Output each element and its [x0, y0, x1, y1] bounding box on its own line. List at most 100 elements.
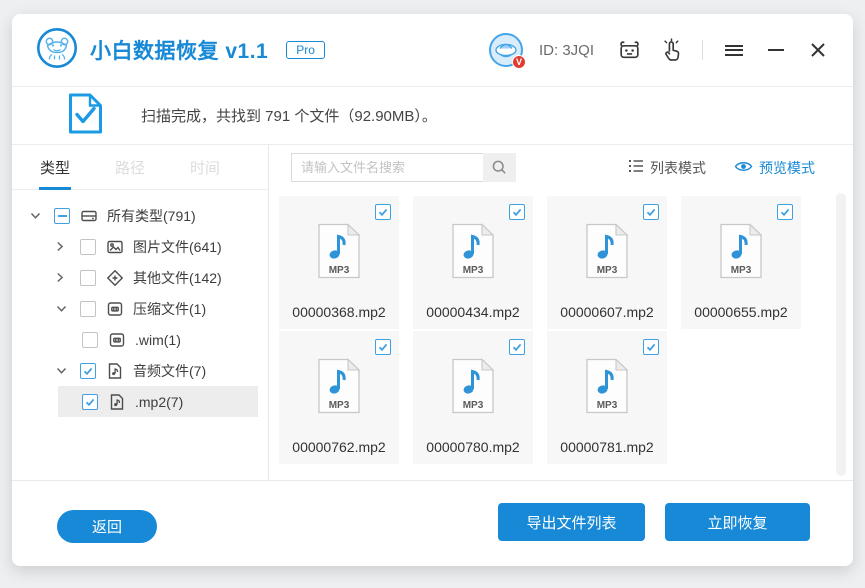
statusbar: 扫描完成，共找到 791 个文件（92.90MB）。	[12, 86, 853, 145]
tree-item[interactable]: .wim(1)	[58, 324, 258, 355]
svg-text:MP3: MP3	[329, 265, 350, 276]
checkbox-icon[interactable]	[82, 394, 98, 410]
chevron-down-icon[interactable]	[56, 367, 80, 375]
chevron-down-icon[interactable]	[30, 212, 54, 220]
zip-icon	[106, 300, 124, 318]
misc-icon	[106, 269, 124, 287]
scan-complete-doc-icon	[68, 93, 103, 139]
app-window: 小白数据恢复 v1.1 Pro V ID: 3JQI	[12, 14, 853, 566]
file-name: 00000781.mp2	[547, 439, 667, 455]
tree-item-label: .mp2(7)	[135, 394, 183, 410]
checkbox-icon[interactable]	[375, 204, 391, 220]
file-tile[interactable]: MP3 00000368.mp2	[279, 196, 399, 329]
tree-item[interactable]: .mp2(7)	[58, 386, 258, 417]
checkbox-icon[interactable]	[80, 239, 96, 255]
tree-item-label: 音频文件(7)	[133, 361, 206, 381]
file-tile[interactable]: MP300000762.mp2	[279, 331, 399, 464]
checkbox-icon[interactable]	[82, 332, 98, 348]
pro-badge: Pro	[286, 41, 325, 59]
app-title: 小白数据恢复 v1.1	[90, 35, 268, 65]
file-tile[interactable]: MP3 00000434.mp2	[413, 196, 533, 329]
tab-time[interactable]: 时间	[190, 145, 220, 189]
recover-now-button[interactable]: 立即恢复	[665, 503, 810, 541]
svg-text:MP3: MP3	[463, 265, 484, 276]
image-icon	[106, 238, 124, 256]
user-id: ID: 3JQI	[539, 42, 594, 59]
list-mode-label: 列表模式	[650, 158, 706, 178]
brand: 小白数据恢复 v1.1 Pro	[36, 27, 325, 74]
back-button[interactable]: 返回	[57, 510, 157, 543]
menu-icon[interactable]	[721, 37, 747, 63]
file-tile[interactable]: MP3 00000781.mp2	[547, 331, 667, 464]
preview-mode-toggle[interactable]: 预览模式	[734, 158, 815, 178]
file-grid: MP3 00000368.mp2 MP3 00000434.mp2 MP3 0000060…	[279, 196, 819, 464]
tree-item[interactable]: 音频文件(7)	[12, 355, 258, 386]
drive-icon	[80, 207, 98, 225]
tree-item[interactable]: 图片文件(641)	[12, 231, 258, 262]
tree-item[interactable]: 压缩文件(1)	[12, 293, 258, 324]
robot-icon[interactable]	[616, 37, 642, 63]
titlebar: 小白数据恢复 v1.1 Pro V ID: 3JQI	[12, 14, 853, 86]
svg-text:MP3: MP3	[731, 265, 752, 276]
checkbox-icon[interactable]	[80, 301, 96, 317]
svg-text:MP3: MP3	[597, 265, 618, 276]
checkbox-icon[interactable]	[80, 363, 96, 379]
file-tile[interactable]: MP3 00000607.mp2	[547, 196, 667, 329]
file-name: 00000607.mp2	[547, 304, 667, 320]
sidebar: 类型 路径 时间 所有类型(791) 图片文件(641) 其他文件(142) 压缩文件…	[12, 145, 269, 480]
checkbox-icon[interactable]	[509, 204, 525, 220]
file-name: 00000434.mp2	[413, 304, 533, 320]
svg-text:MP3: MP3	[463, 400, 484, 411]
checkbox-icon[interactable]	[54, 208, 70, 224]
app-logo-icon	[36, 27, 78, 74]
checkbox-icon[interactable]	[375, 339, 391, 355]
list-mode-icon	[628, 159, 644, 176]
tab-type[interactable]: 类型	[40, 145, 70, 189]
checkbox-icon[interactable]	[643, 204, 659, 220]
list-mode-toggle[interactable]: 列表模式	[628, 158, 706, 178]
sidebar-tabs: 类型 路径 时间	[12, 145, 268, 190]
avatar[interactable]: V	[489, 33, 523, 67]
desktop-background: 小白数据恢复 v1.1 Pro V ID: 3JQI	[0, 0, 865, 588]
checkbox-icon[interactable]	[643, 339, 659, 355]
tree-item[interactable]: 其他文件(142)	[12, 262, 258, 293]
audio-icon	[106, 362, 124, 380]
tree-item-label: 压缩文件(1)	[133, 299, 206, 319]
close-icon[interactable]	[805, 37, 831, 63]
chevron-down-icon[interactable]	[56, 305, 80, 313]
search-box	[291, 153, 516, 182]
file-name: 00000368.mp2	[279, 304, 399, 320]
content-toolbar: 列表模式 预览模式	[279, 145, 853, 190]
eye-icon	[734, 160, 753, 176]
chevron-right-icon[interactable]	[56, 272, 80, 283]
svg-text:MP3: MP3	[597, 400, 618, 411]
checkbox-icon[interactable]	[777, 204, 793, 220]
tree-item-label: 图片文件(641)	[133, 237, 222, 257]
search-input[interactable]	[291, 153, 483, 182]
chevron-right-icon[interactable]	[56, 241, 80, 252]
export-file-list-button[interactable]: 导出文件列表	[498, 503, 645, 541]
tree-item[interactable]: 所有类型(791)	[12, 200, 258, 231]
search-button[interactable]	[483, 153, 516, 182]
zip-icon	[108, 331, 126, 349]
touch-icon[interactable]	[658, 37, 684, 63]
view-modes: 列表模式 预览模式	[628, 158, 853, 178]
svg-text:MP3: MP3	[329, 400, 350, 411]
preview-mode-label: 预览模式	[759, 158, 815, 178]
file-type-tree: 所有类型(791) 图片文件(641) 其他文件(142) 压缩文件(1) .wim(1…	[12, 190, 268, 417]
tab-path[interactable]: 路径	[115, 145, 145, 189]
scan-status-message: 扫描完成，共找到 791 个文件（92.90MB）。	[141, 105, 437, 126]
minimize-icon[interactable]	[763, 37, 789, 63]
tree-item-label: 所有类型(791)	[107, 206, 196, 226]
checkbox-icon[interactable]	[80, 270, 96, 286]
tree-item-label: 其他文件(142)	[133, 268, 222, 288]
titlebar-actions: V ID: 3JQI	[489, 33, 831, 67]
file-tile[interactable]: MP300000655.mp2	[681, 196, 801, 329]
footer: 返回 导出文件列表 立即恢复	[12, 480, 853, 566]
tree-item-label: .wim(1)	[135, 332, 181, 348]
file-name: 00000780.mp2	[413, 439, 533, 455]
file-tile[interactable]: MP3 00000780.mp2	[413, 331, 533, 464]
checkbox-icon[interactable]	[509, 339, 525, 355]
scrollbar[interactable]	[836, 193, 846, 476]
vip-badge: V	[512, 55, 526, 69]
